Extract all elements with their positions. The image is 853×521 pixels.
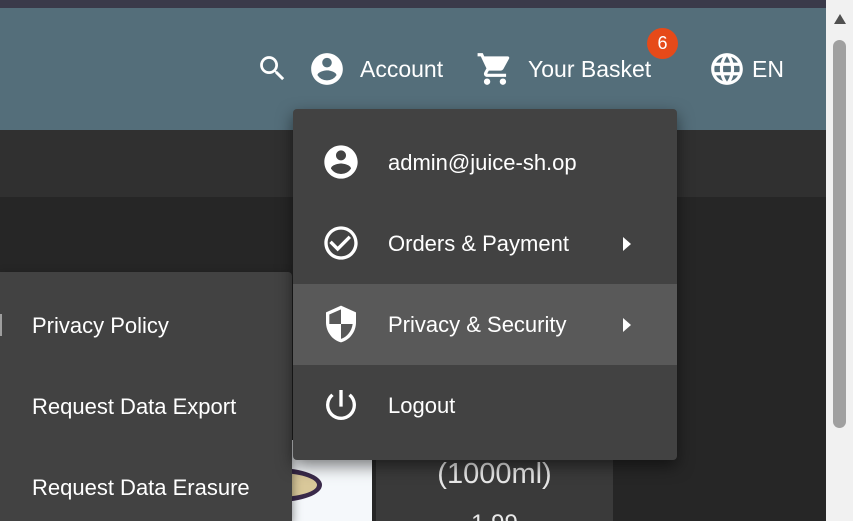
scroll-up-arrow-icon[interactable]: [834, 14, 846, 24]
scrollbar-thumb[interactable]: [833, 40, 846, 428]
basket-button[interactable]: Your Basket: [476, 50, 651, 88]
account-circle-icon: [311, 53, 343, 85]
vertical-scrollbar[interactable]: [826, 0, 853, 521]
request-data-erasure-item[interactable]: Request Data Erasure: [32, 475, 250, 501]
product-price: 1.99: [376, 510, 613, 521]
check-circle-icon: [321, 223, 361, 263]
menu-item-user-email[interactable]: admin@juice-sh.op: [293, 122, 677, 203]
menu-item-label: Logout: [388, 392, 456, 418]
account-menu: admin@juice-sh.op Orders & Payment Priva…: [293, 109, 677, 460]
language-label: EN: [752, 55, 784, 82]
account-circle-icon: [321, 142, 361, 182]
search-icon: [260, 56, 285, 81]
search-button[interactable]: [256, 52, 289, 85]
submenu-edge-marker: [0, 314, 2, 336]
privacy-policy-item[interactable]: Privacy Policy: [32, 313, 169, 339]
language-button[interactable]: EN: [708, 50, 784, 88]
menu-item-privacy-security[interactable]: Privacy & Security: [293, 284, 677, 365]
submenu-arrow-icon: [623, 317, 631, 332]
basket-label: Your Basket: [528, 55, 652, 82]
shield-icon: [321, 304, 361, 344]
menu-item-logout[interactable]: Logout: [293, 365, 677, 446]
account-label: Account: [360, 55, 444, 82]
menu-item-label: Orders & Payment: [388, 230, 569, 256]
globe-icon: [711, 53, 743, 85]
menu-item-label: Privacy & Security: [388, 311, 567, 337]
window-top-strip: [0, 0, 826, 8]
product-volume: (1000ml): [437, 458, 552, 490]
menu-item-label: admin@juice-sh.op: [388, 149, 577, 175]
menu-item-orders-payment[interactable]: Orders & Payment: [293, 203, 677, 284]
basket-count-badge: 6: [647, 28, 678, 59]
request-data-export-item[interactable]: Request Data Export: [32, 394, 236, 420]
shopping-cart-icon: [477, 53, 510, 85]
submenu-arrow-icon: [623, 236, 631, 251]
account-button[interactable]: Account: [308, 50, 443, 88]
privacy-submenu: Privacy Policy Request Data Export Reque…: [0, 272, 292, 521]
power-icon: [321, 385, 361, 425]
